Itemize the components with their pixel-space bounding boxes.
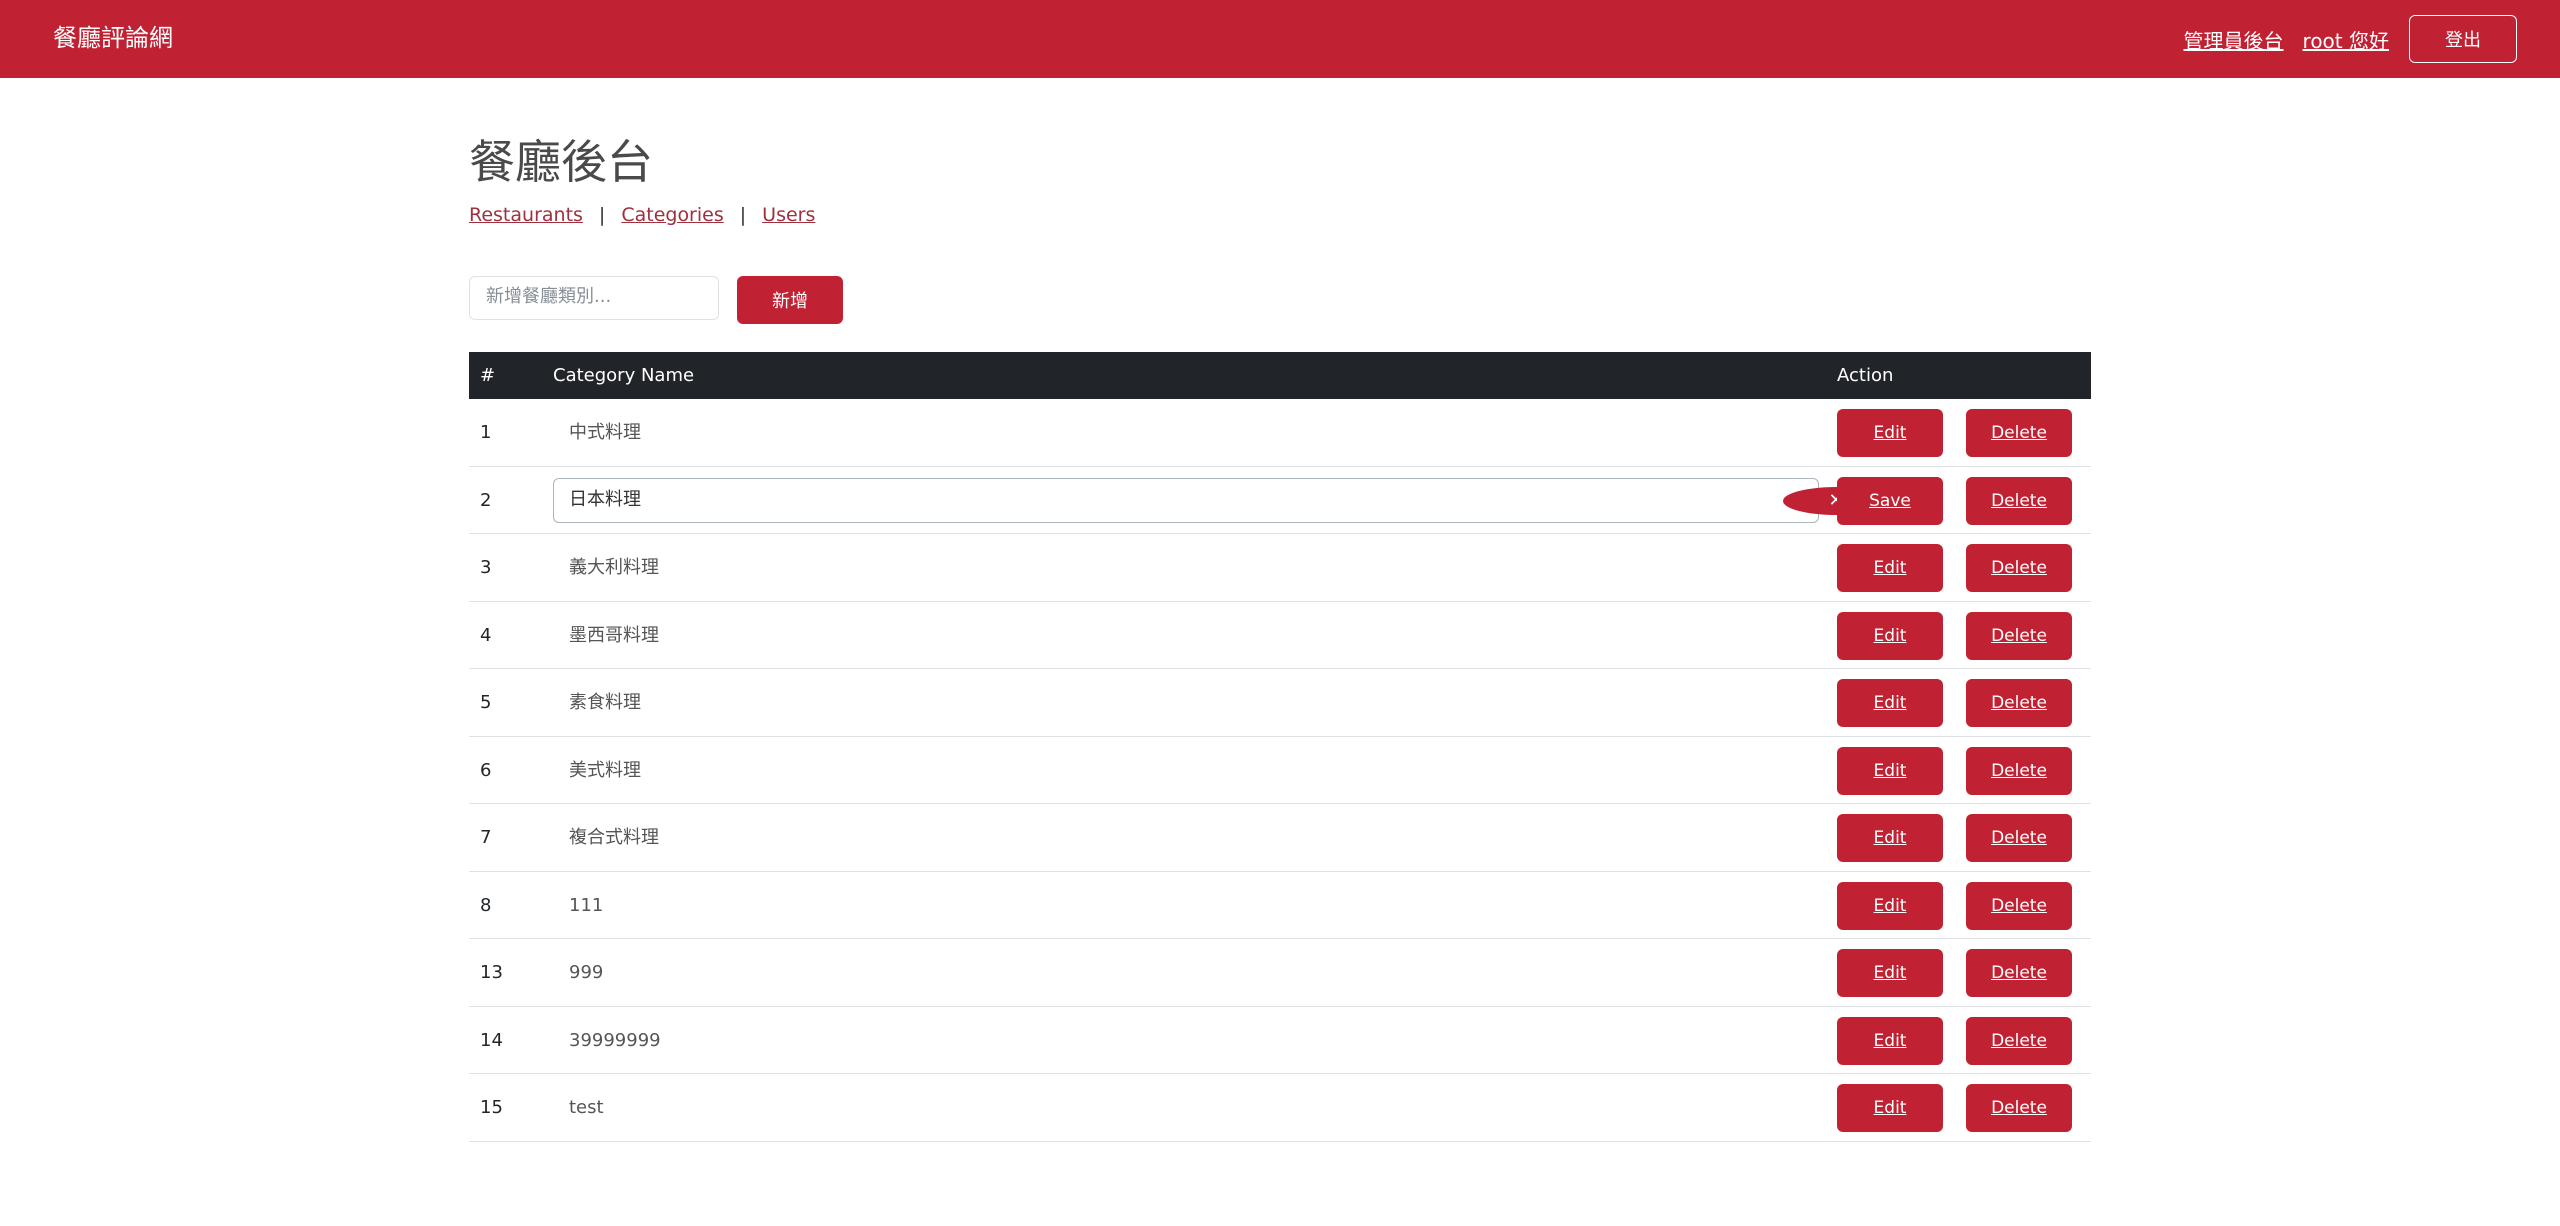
row-id: 1 xyxy=(480,422,492,443)
row-category-name: test xyxy=(569,1097,604,1118)
row-category-name: 999 xyxy=(569,962,604,983)
delete-button[interactable]: Delete xyxy=(1966,881,2072,930)
category-table: # Category Name Action 1 中式料理 Edit Delet… xyxy=(469,352,2091,1142)
tab-restaurants[interactable]: Restaurants xyxy=(469,204,583,226)
save-button[interactable]: Save xyxy=(1837,476,1943,525)
page-title: 餐廳後台 xyxy=(469,135,653,189)
edit-button[interactable]: Edit xyxy=(1837,881,1943,930)
edit-button[interactable]: Edit xyxy=(1837,814,1943,862)
delete-button[interactable]: Delete xyxy=(1966,949,2072,997)
row-id: 13 xyxy=(480,962,503,983)
row-id: 2 xyxy=(480,489,492,511)
edit-button[interactable]: Edit xyxy=(1837,544,1943,592)
delete-button[interactable]: Delete xyxy=(1966,679,2072,727)
row-id: 4 xyxy=(480,624,492,646)
new-category-input[interactable]: 新增餐廳類別... xyxy=(469,276,719,320)
delete-button[interactable]: Delete xyxy=(1966,1084,2072,1132)
subnav-separator: | xyxy=(598,204,606,226)
navbar-right: 管理員後台 root 您好 登出 xyxy=(2184,14,2517,64)
edit-button[interactable]: Edit xyxy=(1837,746,1943,795)
brand-title[interactable]: 餐廳評論網 xyxy=(53,22,173,54)
edit-input-value: 日本料理 xyxy=(569,488,641,510)
edit-button[interactable]: Edit xyxy=(1837,409,1943,457)
row-category-name: 複合式料理 xyxy=(569,827,659,848)
row-category-name: 111 xyxy=(569,894,604,916)
edit-button[interactable]: Edit xyxy=(1837,611,1943,660)
row-category-name: 美式料理 xyxy=(569,759,641,781)
row-category-name: 義大利料理 xyxy=(569,557,659,578)
row-category-name: 中式料理 xyxy=(569,422,641,443)
table-header: # Category Name Action xyxy=(469,352,2091,399)
tab-categories[interactable]: Categories xyxy=(621,204,723,226)
edit-button[interactable]: Edit xyxy=(1837,1016,1943,1065)
admin-link[interactable]: 管理員後台 xyxy=(2184,25,2284,54)
header-action: Action xyxy=(1837,365,1894,386)
row-id: 3 xyxy=(480,557,492,578)
row-id: 7 xyxy=(480,827,492,848)
table-row: 7 複合式料理 Edit Delete xyxy=(469,804,2091,872)
category-name-edit-input[interactable]: 日本料理 ✕ xyxy=(553,477,1889,523)
table-row: 13 999 Edit Delete xyxy=(469,939,2091,1007)
edit-button[interactable]: Edit xyxy=(1837,679,1943,727)
edit-button[interactable]: Edit xyxy=(1837,1084,1943,1132)
row-category-name: 墨西哥料理 xyxy=(569,624,659,646)
delete-button[interactable]: Delete xyxy=(1966,544,2072,592)
delete-button[interactable]: Delete xyxy=(1966,1016,2072,1065)
edit-button[interactable]: Edit xyxy=(1837,949,1943,997)
table-row: 3 義大利料理 Edit Delete xyxy=(469,534,2091,602)
table-row: 1 中式料理 Edit Delete xyxy=(469,399,2091,467)
logout-button[interactable]: 登出 xyxy=(2409,15,2517,63)
row-id: 15 xyxy=(480,1097,503,1118)
subnav-separator: | xyxy=(739,204,747,226)
tab-users[interactable]: Users xyxy=(762,204,815,226)
add-category-button[interactable]: 新增 xyxy=(737,276,843,324)
user-greeting-link[interactable]: root 您好 xyxy=(2303,25,2389,54)
header-id: # xyxy=(480,365,496,386)
row-id: 5 xyxy=(480,692,492,713)
delete-button[interactable]: Delete xyxy=(1966,814,2072,862)
row-category-name: 素食料理 xyxy=(569,692,641,713)
row-id: 14 xyxy=(480,1029,503,1051)
table-row: 15 test Edit Delete xyxy=(469,1074,2091,1142)
table-row: 6 美式料理 Edit Delete xyxy=(469,737,2091,804)
row-category-name: 39999999 xyxy=(569,1029,661,1051)
delete-button[interactable]: Delete xyxy=(1966,611,2072,660)
delete-button[interactable]: Delete xyxy=(1966,476,2072,525)
row-id: 8 xyxy=(480,894,492,916)
table-row-editing: 2 日本料理 ✕ Save Delete xyxy=(469,467,2091,534)
table-row: 8 111 Edit Delete xyxy=(469,872,2091,939)
header-category-name: Category Name xyxy=(553,365,695,386)
table-row: 4 墨西哥料理 Edit Delete xyxy=(469,602,2091,669)
admin-subnav: Restaurants | Categories | Users xyxy=(469,203,815,227)
top-navbar: 餐廳評論網 管理員後台 root 您好 登出 xyxy=(0,0,2560,78)
delete-button[interactable]: Delete xyxy=(1966,746,2072,795)
table-row: 5 素食料理 Edit Delete xyxy=(469,669,2091,737)
row-id: 6 xyxy=(480,759,492,781)
table-row: 14 39999999 Edit Delete xyxy=(469,1007,2091,1074)
delete-button[interactable]: Delete xyxy=(1966,409,2072,457)
